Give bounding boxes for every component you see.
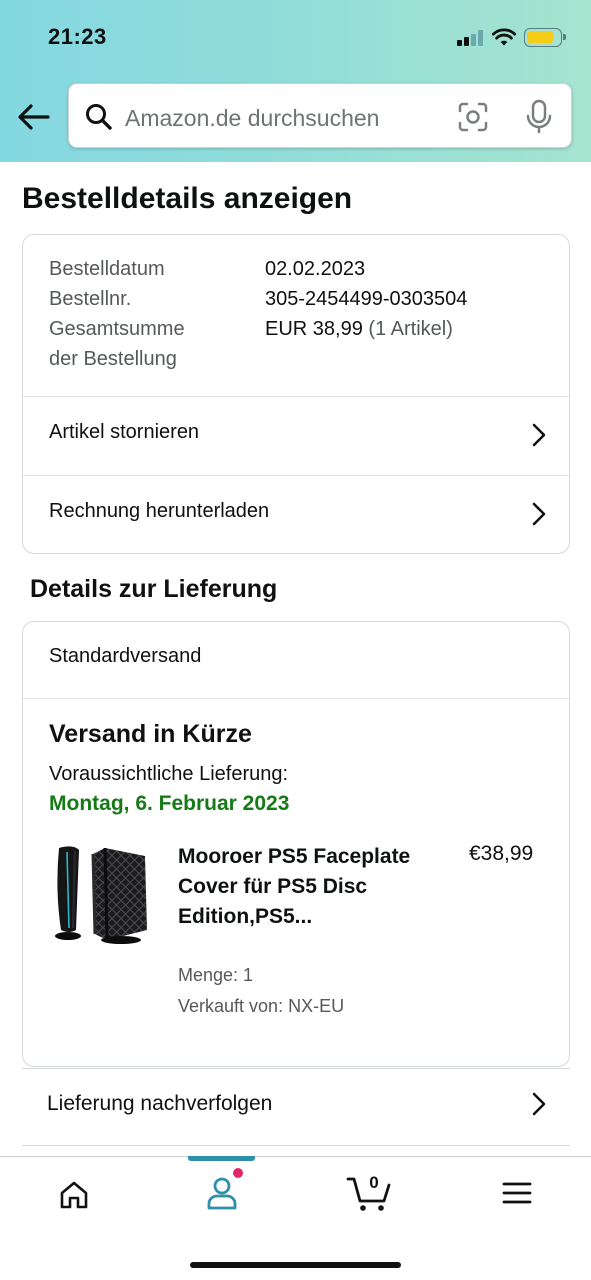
tab-cart[interactable]: 0 <box>314 1157 434 1237</box>
order-total-label-line2: der Bestellung <box>49 348 177 370</box>
cancel-items-label: Artikel stornieren <box>49 421 200 443</box>
header: 21:23 Amazon.de durchsuchen <box>0 0 591 162</box>
shipping-type: Standardversand <box>49 645 202 667</box>
product-price: €38,99 <box>469 842 534 865</box>
product-image[interactable] <box>49 842 151 946</box>
product-seller: Verkauft von: NX-EU <box>178 996 345 1016</box>
track-delivery-label: Lieferung nachverfolgen <box>47 1092 273 1115</box>
search-input[interactable]: Amazon.de durchsuchen <box>68 83 572 148</box>
cancel-items-row[interactable]: Artikel stornieren <box>23 397 569 475</box>
order-total-value: EUR 38,99 (1 Artikel) <box>265 318 453 341</box>
wifi-icon <box>492 28 516 46</box>
order-date-value: 02.02.2023 <box>265 258 366 280</box>
product-quantity: Menge: 1 <box>178 965 254 985</box>
order-number-label: Bestellnr. <box>49 288 132 310</box>
cellular-signal-icon <box>457 30 485 46</box>
home-indicator <box>190 1262 401 1268</box>
back-arrow-icon[interactable] <box>14 100 54 134</box>
tab-home[interactable] <box>14 1157 134 1237</box>
order-total-amount: EUR 38,99 <box>265 318 363 340</box>
search-icon <box>86 104 112 130</box>
page-title: Bestelldetails anzeigen <box>22 182 353 215</box>
notification-dot <box>232 1167 244 1179</box>
camera-scan-icon[interactable] <box>457 101 489 133</box>
order-total-label-line1: Gesamtsumme <box>49 318 185 340</box>
track-delivery-row[interactable]: Lieferung nachverfolgen <box>22 1069 570 1145</box>
download-invoice-label: Rechnung herunterladen <box>49 500 270 522</box>
order-date-label: Bestelldatum <box>49 258 165 280</box>
home-icon <box>60 1181 88 1209</box>
battery-icon <box>524 28 566 47</box>
status-time: 21:23 <box>48 24 107 49</box>
search-placeholder: Amazon.de durchsuchen <box>125 105 380 131</box>
shipping-status: Versand in Kürze <box>49 720 252 748</box>
account-icon <box>207 1177 237 1210</box>
expected-delivery-date: Montag, 6. Februar 2023 <box>49 792 290 815</box>
order-number-value: 305-2454499-0303504 <box>265 288 468 310</box>
menu-icon <box>502 1182 532 1204</box>
microphone-icon[interactable] <box>524 99 554 135</box>
chevron-right-icon <box>532 423 546 447</box>
delivery-card: Standardversand Versand in Kürze Vorauss… <box>22 621 570 1067</box>
chevron-right-icon <box>532 502 546 526</box>
chevron-right-icon <box>532 1092 546 1116</box>
product-title[interactable]: Mooroer PS5 Faceplate Cover für PS5 Disc… <box>178 842 433 932</box>
divider <box>23 698 569 699</box>
order-total-items: (1 Artikel) <box>368 318 453 340</box>
cart-count: 0 <box>369 1173 379 1192</box>
tab-menu[interactable] <box>458 1157 578 1237</box>
download-invoice-row[interactable]: Rechnung herunterladen <box>23 476 569 553</box>
order-summary-card: Bestelldatum 02.02.2023 Bestellnr. 305-2… <box>22 234 570 554</box>
delivery-section-title: Details zur Lieferung <box>30 575 278 603</box>
expected-delivery-label: Voraussichtliche Lieferung: <box>49 763 289 785</box>
tab-account[interactable] <box>162 1157 282 1237</box>
divider <box>22 1145 570 1146</box>
